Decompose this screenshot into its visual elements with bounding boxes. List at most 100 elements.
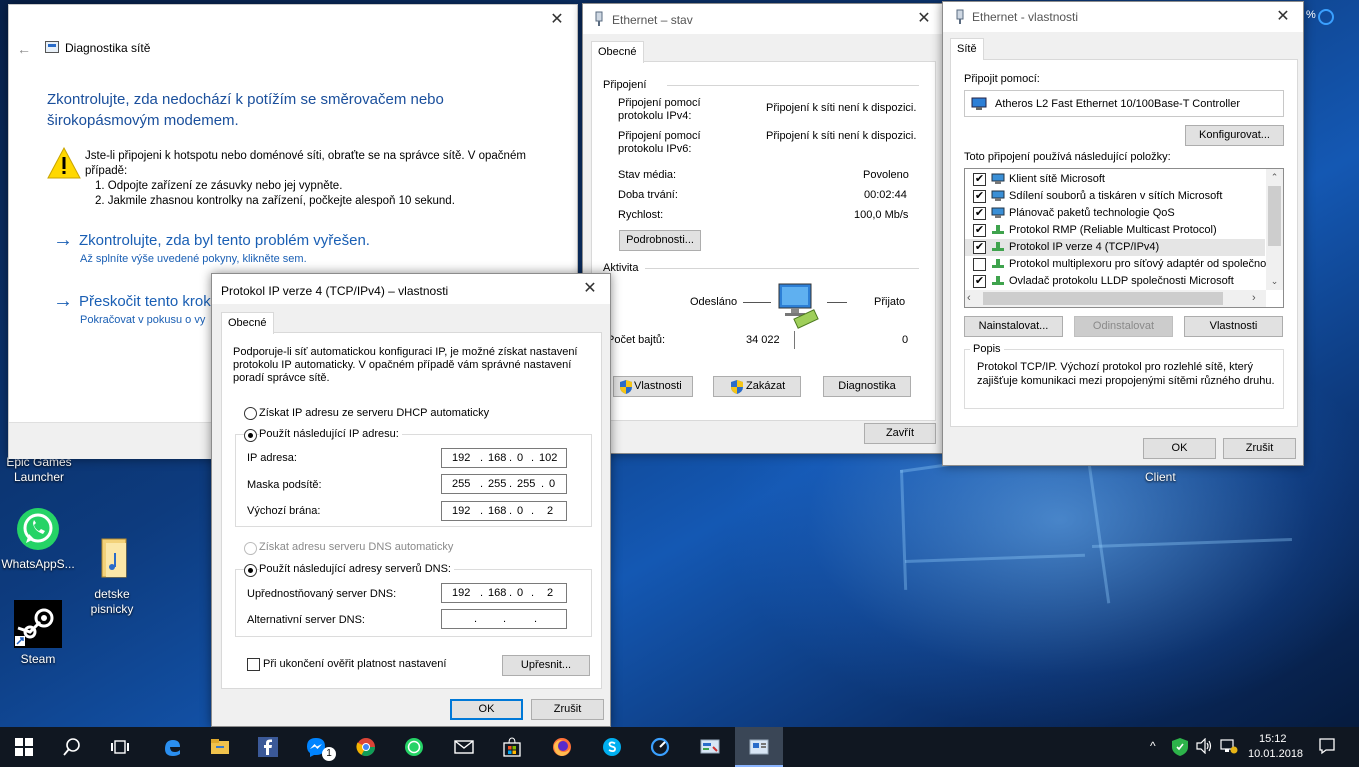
diagnose-button[interactable]: Diagnostika	[823, 376, 911, 397]
start-button[interactable]	[0, 727, 48, 767]
window-title: Protokol IP verze 4 (TCP/IPv4) – vlastno…	[221, 284, 449, 298]
desktop-icon-client-label[interactable]: Client	[1145, 470, 1176, 484]
clock-time[interactable]: 15:12	[1259, 733, 1287, 745]
item-checkbox[interactable]: ✔	[973, 275, 986, 288]
desktop-icon-epic-games[interactable]: Epic Games Launcher	[4, 455, 74, 485]
back-arrow-icon[interactable]: ←	[17, 41, 31, 57]
scroll-thumb[interactable]	[983, 292, 1223, 305]
tab-general[interactable]: Obecné	[221, 312, 274, 334]
list-item[interactable]: ✔ Sdílení souborů a tiskáren v sítích Mic…	[965, 188, 1265, 205]
taskbar-mail[interactable]	[440, 727, 488, 767]
vertical-scrollbar[interactable]: ⌃ ⌄	[1266, 169, 1283, 290]
item-properties-button[interactable]: Vlastnosti	[1184, 316, 1283, 337]
desktop-icon-steam[interactable]: Steam	[0, 600, 76, 667]
cancel-button[interactable]: Zrušit	[531, 699, 604, 720]
taskbar: 1 ^ 15:12 10.01.2018	[0, 727, 1359, 767]
obtain-ip-auto-radio[interactable]	[244, 407, 257, 420]
search-button[interactable]	[48, 727, 96, 767]
button-label: Zakázat	[746, 380, 786, 392]
taskbar-skype[interactable]	[588, 727, 636, 767]
network-tray-icon[interactable]	[1220, 738, 1238, 757]
desktop-icon-whatsapp[interactable]: WhatsAppS...	[0, 505, 76, 572]
preferred-dns-input[interactable]: 192. 168. 0. 2	[441, 583, 567, 603]
taskbar-ccleaner[interactable]	[636, 727, 684, 767]
default-gateway-input[interactable]: 192. 168. 0. 2	[441, 501, 567, 521]
scroll-right-icon[interactable]: ›	[1252, 290, 1266, 307]
horizontal-scrollbar[interactable]: ‹ ›	[965, 290, 1266, 307]
task-view-button[interactable]	[96, 727, 144, 767]
item-checkbox[interactable]: ✔	[973, 241, 986, 254]
install-button[interactable]: Nainstalovat...	[964, 316, 1063, 337]
scroll-down-icon[interactable]: ⌄	[1266, 273, 1283, 289]
disable-button[interactable]: Zakázat	[713, 376, 801, 397]
item-checkbox[interactable]: ✔	[973, 207, 986, 220]
cancel-button[interactable]: Zrušit	[1223, 438, 1296, 459]
taskbar-firefox[interactable]	[538, 727, 586, 767]
taskbar-network-settings[interactable]	[735, 727, 783, 767]
close-icon[interactable]: ✕	[570, 274, 610, 304]
option-check-resolved[interactable]: → Zkontrolujte, zda byl tento problém vy…	[53, 229, 473, 267]
list-item[interactable]: ✔ Protokol IP verze 4 (TCP/IPv4)	[965, 239, 1265, 256]
tab-general[interactable]: Obecné	[591, 41, 644, 63]
desktop-icon-detske-pisnicky[interactable]: detske pisnicky	[74, 505, 150, 617]
alternate-dns-input[interactable]: . . .	[441, 609, 567, 629]
gauge-app-icon	[650, 737, 670, 757]
configure-button[interactable]: Konfigurovat...	[1185, 125, 1284, 146]
item-checkbox[interactable]: ✔	[973, 224, 986, 237]
security-shield-icon[interactable]	[1172, 738, 1188, 759]
close-icon[interactable]: ✕	[1263, 2, 1303, 32]
taskbar-whatsapp[interactable]	[390, 727, 438, 767]
list-item[interactable]: Protokol multiplexoru pro síťový adaptér…	[965, 256, 1277, 273]
close-icon[interactable]: ✕	[904, 4, 944, 34]
properties-button[interactable]: Vlastnosti	[613, 376, 693, 397]
ok-button[interactable]: OK	[450, 699, 523, 720]
list-item[interactable]: ✔ Protokol RMP (Reliable Multicast Protoc…	[965, 222, 1265, 239]
volume-icon[interactable]	[1196, 737, 1214, 757]
shield-icon	[620, 380, 632, 401]
close-icon[interactable]: ✕	[537, 5, 577, 35]
octet-1: 192	[452, 452, 471, 464]
notification-badge: 1	[322, 747, 336, 761]
scroll-thumb[interactable]	[1268, 186, 1281, 246]
list-item-label: Sdílení souborů a tiskáren v sítích Micr…	[1009, 190, 1223, 202]
item-checkbox[interactable]: ✔	[973, 173, 986, 186]
close-button[interactable]: Zavřít	[864, 423, 936, 444]
scroll-up-icon[interactable]: ⌃	[1266, 169, 1283, 185]
window-title: Ethernet – stav	[612, 13, 693, 27]
ok-button[interactable]: OK	[1143, 438, 1216, 459]
taskbar-chrome[interactable]	[342, 727, 390, 767]
list-item[interactable]: ✔ Klient sítě Microsoft	[965, 171, 1265, 188]
titlebar: Ethernet - vlastnosti ✕	[943, 2, 1303, 32]
advanced-button[interactable]: Upřesnit...	[502, 655, 590, 676]
show-hidden-icons-chevron-up-icon[interactable]: ^	[1150, 739, 1156, 753]
diagnostics-heading: Zkontrolujte, zda nedochází k potížím se…	[47, 91, 444, 129]
facebook-icon	[258, 737, 278, 757]
scroll-left-icon[interactable]: ‹	[967, 290, 981, 307]
list-item[interactable]: ✔ Plánovač paketů technologie QoS	[965, 205, 1265, 222]
app-gauge-icon[interactable]	[1318, 9, 1334, 25]
clock-date[interactable]: 10.01.2018	[1248, 748, 1303, 760]
taskbar-file-explorer[interactable]	[196, 727, 244, 767]
tab-networking[interactable]: Sítě	[950, 38, 984, 60]
titlebar: Ethernet – stav ✕	[583, 4, 944, 34]
media-state-label: Stav média:	[618, 169, 677, 181]
details-button[interactable]: Podrobnosti...	[619, 230, 701, 251]
list-item[interactable]: ✔ Ovladač protokolu LLDP společnosti Micr…	[965, 273, 1265, 290]
music-folder-icon	[88, 520, 136, 578]
ip-address-input[interactable]: 192. 168. 0. 102	[441, 448, 567, 468]
taskbar-store[interactable]	[488, 727, 536, 767]
use-manual-ip-label: Použít následující IP adresu:	[259, 428, 402, 440]
received-label: Přijato	[874, 296, 906, 308]
action-center-icon[interactable]	[1318, 737, 1336, 758]
item-checkbox[interactable]	[973, 258, 986, 271]
taskbar-control-panel[interactable]	[686, 727, 734, 767]
use-manual-ip-radio[interactable]	[244, 429, 257, 442]
subnet-mask-input[interactable]: 255. 255. 255. 0	[441, 474, 567, 494]
taskbar-facebook[interactable]	[244, 727, 292, 767]
validate-on-exit-checkbox[interactable]	[247, 658, 260, 671]
taskbar-edge[interactable]	[148, 727, 196, 767]
taskbar-messenger[interactable]: 1	[292, 727, 340, 767]
item-checkbox[interactable]: ✔	[973, 190, 986, 203]
use-manual-dns-radio[interactable]	[244, 564, 257, 577]
octet-1: 255	[452, 478, 471, 490]
